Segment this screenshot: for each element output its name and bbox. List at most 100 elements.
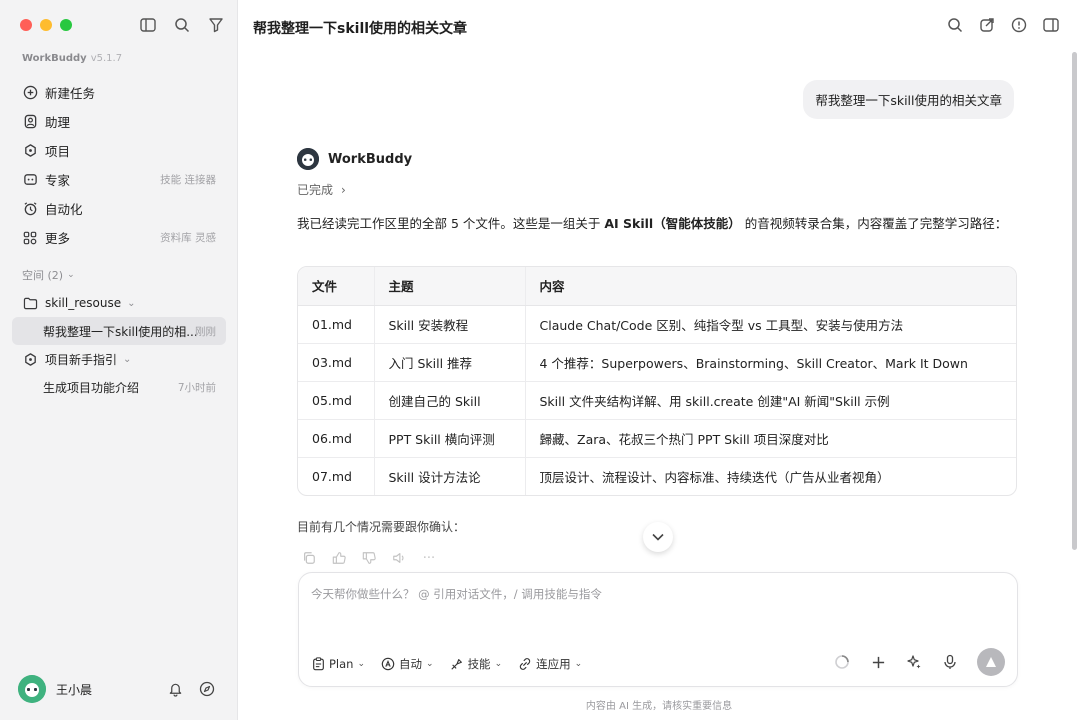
table-row: 03.md 入门 Skill 推荐 4 个推荐：Superpowers、Brai… bbox=[298, 343, 1016, 382]
confirm-text: 目前有几个情况需要跟你确认： bbox=[297, 520, 466, 534]
intro-text: 我已经读完工作区里的全部 5 个文件。这些是一组关于 AI Skill（智能体技… bbox=[297, 213, 1007, 232]
nav-hint: 资料库 灵感 bbox=[160, 232, 216, 244]
intro-bold: AI Skill（智能体技能） bbox=[604, 216, 741, 231]
info-icon[interactable] bbox=[1010, 16, 1028, 34]
skill-selector[interactable]: 技能 ⌄ bbox=[450, 656, 502, 672]
project-icon bbox=[22, 143, 38, 159]
sidebar-toggle-icon[interactable] bbox=[138, 15, 158, 35]
chevron-down-icon: ⌄ bbox=[574, 659, 583, 669]
nav-automation[interactable]: 自动化 bbox=[12, 194, 226, 223]
thumbs-up-icon[interactable] bbox=[331, 550, 347, 566]
table-row: 05.md 创建自己的 Skill Skill 文件夹结构详解、用 skill.… bbox=[298, 381, 1016, 420]
more-icon[interactable]: ··· bbox=[421, 550, 437, 566]
task-time: 刚刚 bbox=[195, 325, 216, 338]
connect-app-selector[interactable]: 连应用 ⌄ bbox=[518, 656, 582, 672]
message-composer[interactable]: 今天帮你做些什么？ @ 引用对话文件，/ 调用技能与指令 Plan ⌄ 自动 ⌄… bbox=[298, 572, 1018, 687]
user-message-bubble: 帮我整理一下skill使用的相关文章 bbox=[803, 80, 1014, 119]
bot-header: WorkBuddy bbox=[297, 148, 412, 170]
project-folder-guide[interactable]: 项目新手指引 ⌄ bbox=[12, 345, 226, 373]
thumbs-down-icon[interactable] bbox=[361, 550, 377, 566]
intro-prefix: 我已经读完工作区里的全部 5 个文件。这些是一组关于 bbox=[297, 216, 605, 231]
chevron-down-icon: ⌄ bbox=[426, 659, 434, 669]
project-label: skill_resouse bbox=[45, 296, 122, 310]
nav-more[interactable]: 更多 资料库 灵感 bbox=[12, 223, 226, 252]
scrollbar[interactable] bbox=[1072, 52, 1077, 550]
maximize-window-button[interactable] bbox=[60, 19, 72, 31]
nav-label: 助理 bbox=[45, 115, 71, 130]
page-title: 帮我整理一下skill使用的相关文章 bbox=[253, 21, 468, 37]
table-header-row: 文件 主题 内容 bbox=[298, 267, 1016, 306]
scroll-down-button[interactable] bbox=[643, 522, 673, 552]
table-cell: 03.md bbox=[298, 343, 374, 382]
nav-label: 更多 bbox=[45, 231, 71, 246]
user-profile[interactable]: 王小晨 bbox=[18, 675, 92, 703]
footer-disclaimer: 内容由 AI 生成，请核实重要信息 bbox=[585, 701, 733, 712]
chevron-down-icon: ⌄ bbox=[127, 297, 136, 309]
chevron-down-icon: ⌄ bbox=[67, 270, 75, 280]
bot-avatar-icon bbox=[297, 148, 319, 170]
bot-name: WorkBuddy bbox=[328, 151, 413, 167]
assistant-icon bbox=[22, 114, 38, 130]
copy-icon[interactable] bbox=[301, 550, 317, 566]
nav-project[interactable]: 项目 bbox=[12, 136, 226, 165]
avatar bbox=[18, 675, 46, 703]
auto-label: 自动 bbox=[399, 657, 423, 671]
minimize-window-button[interactable] bbox=[40, 19, 52, 31]
project-label: 项目新手指引 bbox=[45, 352, 118, 367]
table-cell: Skill 设计方法论 bbox=[373, 457, 525, 495]
composer-input[interactable]: 今天帮你做些什么？ @ 引用对话文件，/ 调用技能与指令 bbox=[311, 586, 602, 602]
project-list: skill_resouse ⌄ 帮我整理一下skill使用的相... 刚刚 项目… bbox=[12, 289, 226, 401]
panel-toggle-icon[interactable] bbox=[1042, 16, 1060, 34]
nav-label: 专家 bbox=[45, 173, 71, 188]
table-cell: Skill 文件夹结构详解、用 skill.create 创建"AI 新闻"Sk… bbox=[524, 381, 1016, 420]
table-cell: 05.md bbox=[298, 381, 374, 420]
plus-icon[interactable] bbox=[869, 653, 887, 671]
nav-label: 自动化 bbox=[45, 202, 83, 217]
filter-icon[interactable] bbox=[206, 15, 226, 35]
project-folder-skill-resouse[interactable]: skill_resouse ⌄ bbox=[12, 289, 226, 317]
microphone-icon[interactable] bbox=[941, 653, 959, 671]
sparkle-icon[interactable] bbox=[905, 653, 923, 671]
auto-selector[interactable]: 自动 ⌄ bbox=[381, 656, 434, 672]
search-icon[interactable] bbox=[946, 16, 964, 34]
folder-icon bbox=[22, 295, 38, 311]
table-header: 主题 bbox=[373, 267, 525, 306]
nav-label: 项目 bbox=[45, 144, 71, 159]
arrow-up-icon bbox=[986, 657, 996, 667]
send-button[interactable] bbox=[977, 648, 1005, 676]
table-row: 07.md Skill 设计方法论 顶层设计、流程设计、内容标准、持续迭代（广告… bbox=[298, 457, 1016, 495]
space-header[interactable]: 空间 (2) ⌄ bbox=[22, 267, 75, 283]
table-cell: 歸藏、Zara、花叔三个热门 PPT Skill 项目深度对比 bbox=[524, 419, 1016, 458]
alarm-clock-icon bbox=[22, 201, 38, 217]
status-toggle[interactable]: 已完成 › bbox=[297, 181, 346, 198]
table-header: 内容 bbox=[524, 267, 1016, 306]
search-icon[interactable] bbox=[172, 15, 192, 35]
skill-label: 技能 bbox=[467, 657, 491, 671]
skill-icon bbox=[450, 657, 464, 671]
task-item[interactable]: 生成项目功能介绍 7小时前 bbox=[12, 373, 226, 401]
link-icon bbox=[518, 657, 532, 671]
table-cell: 07.md bbox=[312, 468, 352, 484]
sidebar-nav: 新建任务 助理 项目 专家 技能 连接器 自动化 更多 资料库 灵感 bbox=[12, 78, 226, 252]
table-cell: 01.md bbox=[298, 305, 374, 344]
close-window-button[interactable] bbox=[20, 19, 32, 31]
bell-icon[interactable] bbox=[166, 680, 184, 698]
nav-assistant[interactable]: 助理 bbox=[12, 107, 226, 136]
plan-label: Plan bbox=[329, 657, 354, 671]
compass-icon[interactable] bbox=[198, 680, 216, 698]
user-name: 王小晨 bbox=[56, 682, 93, 697]
plan-selector[interactable]: Plan ⌄ bbox=[311, 656, 365, 672]
nav-new-task[interactable]: 新建任务 bbox=[12, 78, 226, 107]
table-cell: 06.md bbox=[298, 419, 374, 458]
clipboard-icon bbox=[311, 657, 325, 671]
table-header: 文件 bbox=[298, 267, 374, 306]
table-cell: Skill 安装教程 bbox=[373, 305, 525, 344]
sidebar: WorkBuddy v5.1.7 新建任务 助理 项目 专家 技能 连接器 自动化… bbox=[0, 0, 238, 720]
speaker-icon[interactable] bbox=[391, 550, 407, 566]
status-text: 已完成 bbox=[297, 183, 334, 197]
chevron-down-icon: ⌄ bbox=[123, 353, 132, 365]
share-icon[interactable] bbox=[978, 16, 996, 34]
nav-expert[interactable]: 专家 技能 连接器 bbox=[12, 165, 226, 194]
task-item-active[interactable]: 帮我整理一下skill使用的相... 刚刚 bbox=[12, 317, 226, 345]
connect-app-label: 连应用 bbox=[536, 657, 571, 671]
